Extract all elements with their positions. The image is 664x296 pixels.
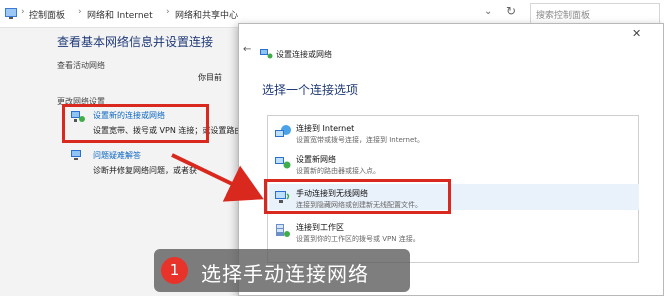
breadcrumb-separator: › xyxy=(78,7,82,17)
highlight-box xyxy=(264,179,451,214)
dialog-title: 设置连接或网络 xyxy=(276,50,332,59)
highlight-box xyxy=(62,104,209,143)
control-panel-icon xyxy=(5,8,17,19)
router-icon xyxy=(275,157,291,169)
search-input[interactable]: 搜索控制面板 xyxy=(530,3,660,24)
step-number-badge: 1 xyxy=(161,257,188,284)
search-placeholder: 搜索控制面板 xyxy=(536,11,591,21)
option-connect-internet[interactable]: 连接到 Internet xyxy=(296,123,354,134)
close-icon[interactable]: ✕ xyxy=(632,27,641,40)
refresh-icon[interactable]: ↻ xyxy=(506,4,516,18)
option-connect-internet-desc: 设置宽带或拨号连接，连接到 Internet。 xyxy=(296,136,425,144)
active-networks-status: 你目前 xyxy=(198,73,222,82)
breadcrumb-separator: › xyxy=(166,7,170,17)
troubleshoot-desc: 诊断并修复网络问题，或者获 xyxy=(93,166,197,175)
option-new-network-desc: 设置新的路由器或接入点。 xyxy=(296,167,380,175)
option-connect-workplace-desc: 设置到你的工作区的拨号或 VPN 连接。 xyxy=(296,235,420,243)
caption-text: 选择手动连接网络 xyxy=(201,262,369,286)
troubleshoot-link[interactable]: 问题疑难解答 xyxy=(93,150,141,161)
chevron-down-icon[interactable]: ⌄ xyxy=(484,6,492,17)
option-new-network[interactable]: 设置新网络 xyxy=(296,154,336,165)
active-networks-label: 查看活动网络 xyxy=(57,61,105,70)
breadcrumb-network-sharing-center[interactable]: 网络和共享中心 xyxy=(175,8,238,21)
option-connect-workplace[interactable]: 连接到工作区 xyxy=(296,222,344,233)
workplace-vpn-icon xyxy=(276,224,290,237)
breadcrumb-separator: › xyxy=(21,7,25,17)
network-setup-icon xyxy=(260,49,273,59)
troubleshoot-icon xyxy=(71,150,81,160)
back-arrow-icon[interactable]: ← xyxy=(243,44,251,55)
globe-network-icon xyxy=(275,125,291,137)
page-title: 查看基本网络信息并设置连接 xyxy=(57,35,214,49)
breadcrumb-control-panel[interactable]: 控制面板 xyxy=(29,8,65,21)
breadcrumb-network-internet[interactable]: 网络和 Internet xyxy=(87,8,153,21)
dialog-heading: 选择一个连接选项 xyxy=(262,83,359,97)
